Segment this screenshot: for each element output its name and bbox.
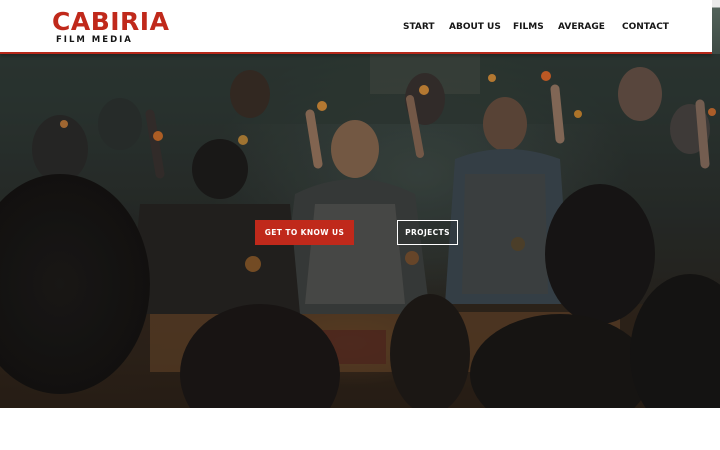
content-area	[0, 408, 720, 450]
nav-item-films[interactable]: FILMS	[513, 21, 544, 33]
nav-item-about-us[interactable]: ABOUT US	[449, 21, 501, 33]
projects-button[interactable]: PROJECTS	[397, 220, 458, 245]
nav-item-average[interactable]: AVERAGE	[558, 21, 605, 33]
main-nav: START ABOUT US FILMS AVERAGE CONTACT	[0, 21, 712, 33]
nav-item-start[interactable]: START	[403, 21, 435, 33]
site-header: CABIRIA FILM MEDIA START ABOUT US FILMS …	[0, 0, 712, 54]
hero-section: GET TO KNOW US PROJECTS	[0, 54, 720, 408]
nav-item-contact[interactable]: CONTACT	[622, 21, 669, 33]
scrollbar-edge	[712, 0, 720, 54]
hero-overlay	[0, 54, 720, 408]
logo-tagline: FILM MEDIA	[56, 35, 133, 45]
get-to-know-us-button[interactable]: GET TO KNOW US	[255, 220, 354, 245]
